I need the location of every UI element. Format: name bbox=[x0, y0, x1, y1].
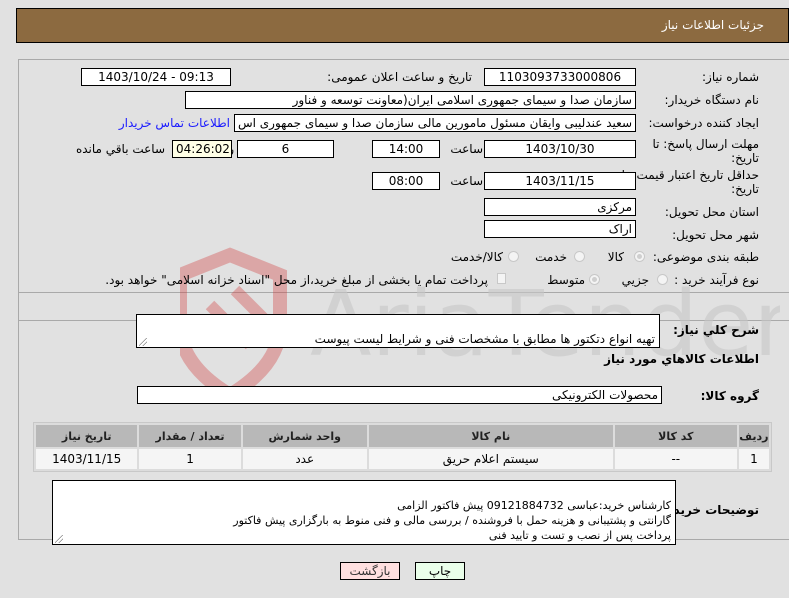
response-deadline-label: مهلت ارسال پاسخ: تا تاریخ: bbox=[652, 137, 759, 165]
cell-need-date: 1403/11/15 bbox=[36, 449, 138, 469]
treasury-note: پرداخت تمام یا بخشی از مبلغ خرید،از محل … bbox=[105, 273, 488, 287]
resize-grip-icon[interactable] bbox=[139, 338, 147, 346]
announce-datetime-field: 1403/10/24 - 09:13 bbox=[81, 68, 231, 86]
category-radio-goods[interactable] bbox=[634, 251, 645, 262]
buyer-contact-link[interactable]: اطلاعات تماس خریدار bbox=[119, 116, 230, 130]
table-row: 1 -- سیستم اعلام حریق عدد 1 1403/11/15 bbox=[36, 449, 769, 469]
items-table-header: ردیف کد کالا نام کالا واحد شمارش تعداد /… bbox=[36, 425, 769, 447]
page-title: جزئیات اطلاعات نیاز bbox=[661, 18, 764, 32]
purchase-type-option-medium: متوسط bbox=[547, 273, 585, 287]
cell-row-number: 1 bbox=[738, 449, 769, 469]
buyer-notes-text: کارشناس خرید:عباسی 09121884732 پیش فاکتو… bbox=[233, 499, 671, 542]
need-number-field: 1103093733000806 bbox=[484, 68, 636, 86]
category-option-service: خدمت bbox=[535, 250, 567, 264]
province-label: استان محل تحویل: bbox=[664, 205, 759, 219]
category-label: طبقه بندی موضوعی: bbox=[652, 250, 759, 264]
col-row-number: ردیف bbox=[738, 425, 769, 447]
cell-unit: عدد bbox=[242, 449, 367, 469]
city-label: شهر محل تحویل: bbox=[672, 228, 759, 242]
cell-item-name: سیستم اعلام حریق bbox=[368, 449, 613, 469]
purchase-type-option-minor: جزیي bbox=[621, 273, 649, 287]
cell-item-code: -- bbox=[614, 449, 737, 469]
purchase-type-label: نوع فرآیند خرید : bbox=[674, 273, 759, 287]
remaining-time-label: ساعت باقي مانده bbox=[75, 142, 165, 156]
purchase-type-radio-minor[interactable] bbox=[657, 274, 668, 285]
price-validity-date-field: 1403/11/15 bbox=[484, 172, 636, 190]
items-table: ردیف کد کالا نام کالا واحد شمارش تعداد /… bbox=[33, 422, 772, 472]
treasury-checkbox[interactable] bbox=[497, 273, 506, 284]
col-item-code: کد کالا bbox=[614, 425, 737, 447]
buyer-org-field: سازمان صدا و سیمای جمهوری اسلامی ایران(م… bbox=[185, 91, 636, 109]
province-field: مرکزی bbox=[484, 198, 636, 216]
city-field: اراک bbox=[484, 220, 636, 238]
description-label: شرح کلي نیاز: bbox=[673, 323, 759, 337]
goods-group-label: گروه کالا: bbox=[700, 389, 759, 403]
buyer-org-label: نام دستگاه خریدار: bbox=[664, 93, 760, 107]
price-validity-time-field: 08:00 bbox=[372, 172, 440, 190]
col-need-date: تاریخ نیاز bbox=[36, 425, 138, 447]
remaining-time-field: 04:26:02 bbox=[172, 140, 232, 158]
print-button[interactable]: چاپ bbox=[415, 562, 465, 580]
category-radio-service[interactable] bbox=[574, 251, 585, 262]
description-textarea[interactable]: تهیه انواع دتکتور ها مطابق با مشخصات فنی… bbox=[136, 314, 660, 348]
category-option-goods-service: کالا/خدمت bbox=[450, 250, 503, 264]
col-item-name: نام کالا bbox=[368, 425, 613, 447]
goods-group-field: محصولات الکترونیکی bbox=[137, 386, 662, 404]
page-header: جزئیات اطلاعات نیاز bbox=[16, 8, 789, 43]
response-deadline-time-field: 14:00 bbox=[372, 140, 440, 158]
col-quantity: تعداد / مقدار bbox=[139, 425, 241, 447]
requester-label: ایجاد کننده درخواست: bbox=[648, 116, 759, 130]
category-option-goods: کالا bbox=[607, 250, 624, 264]
category-radio-goods-service[interactable] bbox=[508, 251, 519, 262]
purchase-type-radio-medium[interactable] bbox=[589, 274, 600, 285]
col-unit: واحد شمارش bbox=[242, 425, 367, 447]
requester-field: سعید عندلیبی وایقان مسئول مامورین مالی س… bbox=[234, 114, 636, 132]
goods-section-title: اطلاعات کالاهاي مورد نیاز bbox=[604, 352, 759, 366]
back-button[interactable]: بازگشت bbox=[340, 562, 400, 580]
cell-quantity: 1 bbox=[139, 449, 241, 469]
description-text: تهیه انواع دتکتور ها مطابق با مشخصات فنی… bbox=[314, 332, 655, 346]
need-number-label: شماره نیاز: bbox=[702, 70, 759, 84]
price-validity-time-label: ساعت bbox=[450, 174, 483, 188]
response-deadline-time-label: ساعت bbox=[450, 142, 483, 156]
response-deadline-date-field: 1403/10/30 bbox=[484, 140, 636, 158]
announce-datetime-label: تاریخ و ساعت اعلان عمومی: bbox=[327, 70, 472, 84]
resize-grip-icon[interactable] bbox=[55, 535, 63, 543]
buyer-notes-textarea[interactable]: کارشناس خرید:عباسی 09121884732 پیش فاکتو… bbox=[52, 480, 676, 545]
remaining-days-field: 6 bbox=[237, 140, 334, 158]
